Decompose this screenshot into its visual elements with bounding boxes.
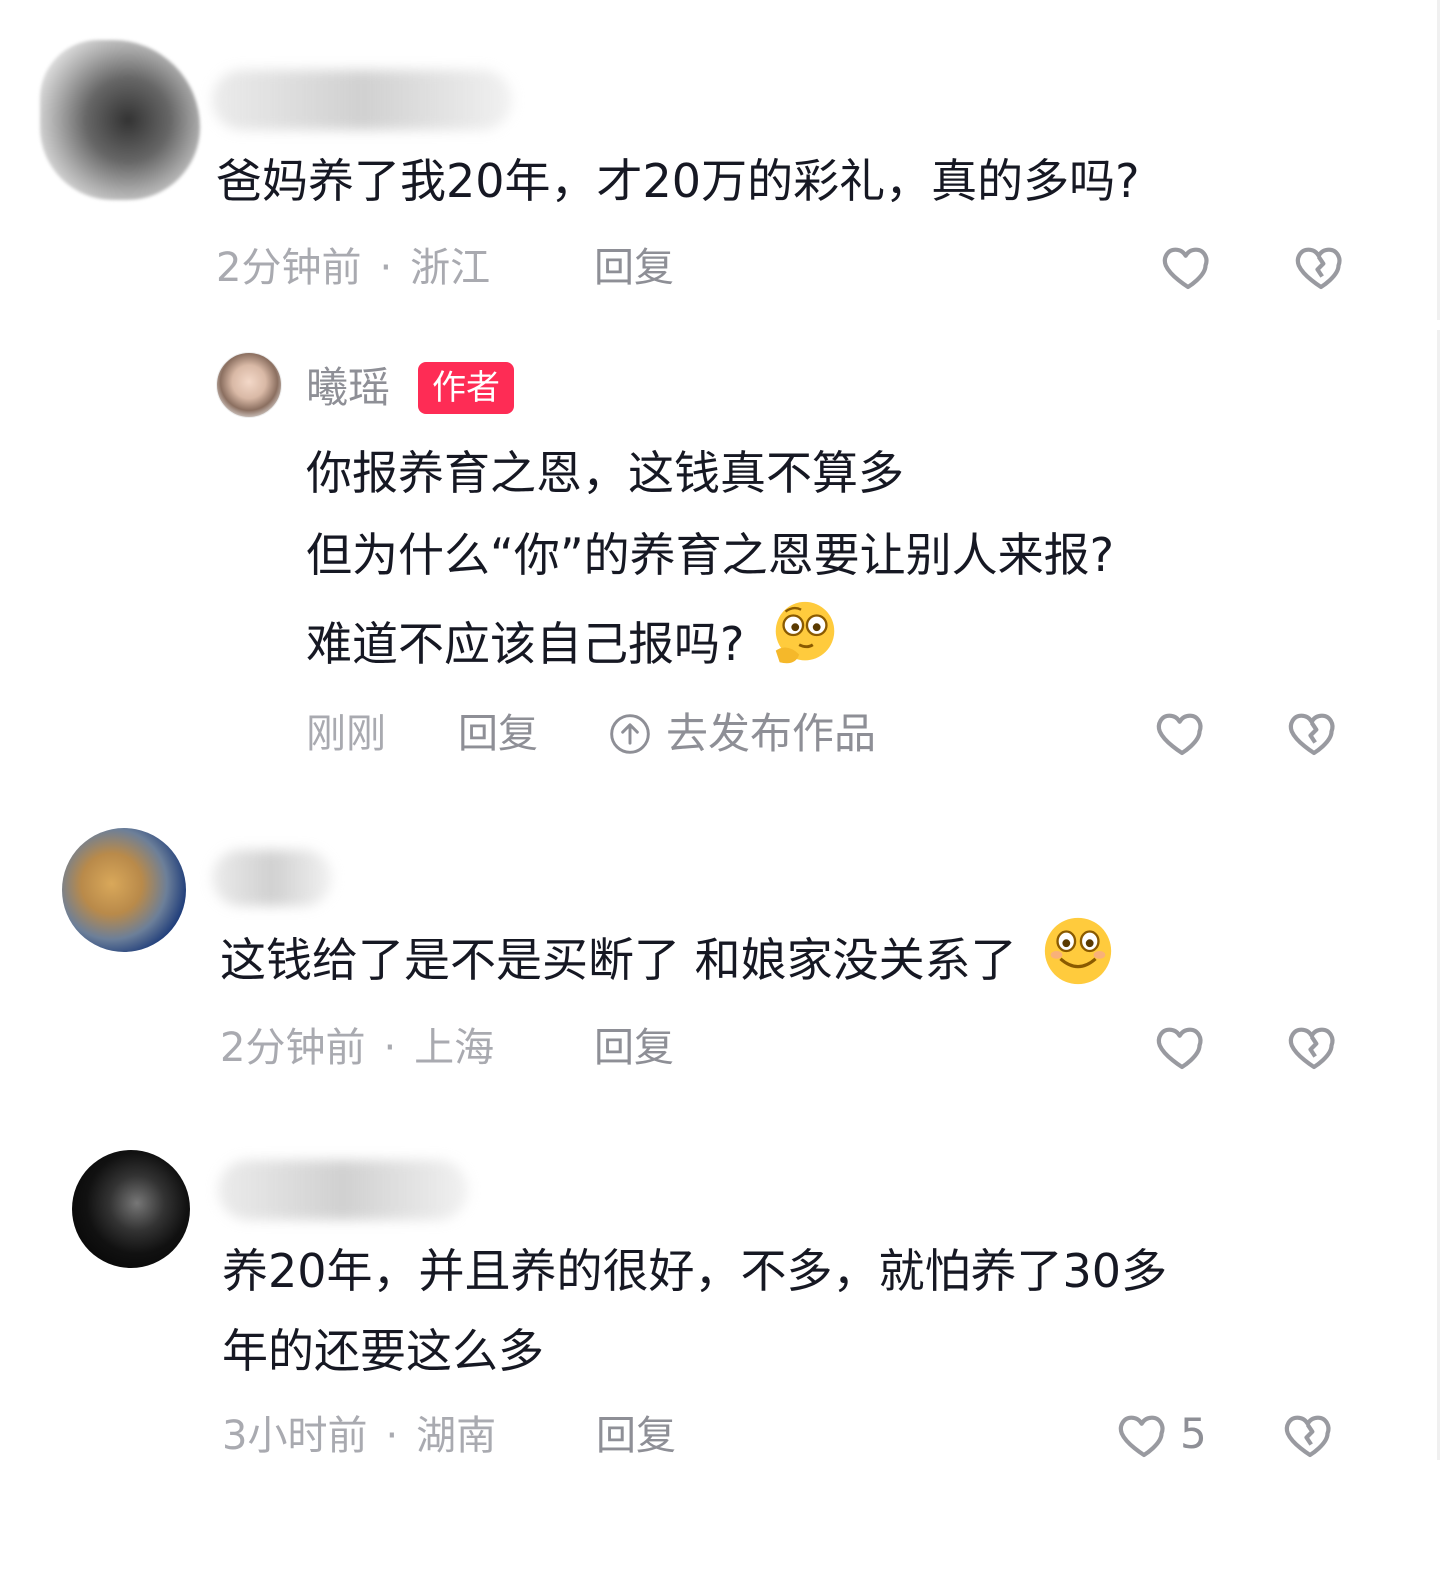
comment-text-line: 但为什么“你”的养育之恩要让别人来报? xyxy=(306,528,1115,582)
reply-button[interactable]: 回复 xyxy=(594,238,674,298)
reply-button[interactable]: 回复 xyxy=(594,1018,674,1078)
broken-heart-icon[interactable] xyxy=(1286,1018,1342,1074)
username-blurred[interactable] xyxy=(212,70,512,130)
heart-outline-icon[interactable] xyxy=(1160,238,1216,294)
heart-outline-icon[interactable] xyxy=(1154,704,1210,760)
comment-meta: 2分钟前 · 浙江 xyxy=(216,245,491,291)
comment-time: 3小时前 xyxy=(222,1413,368,1459)
comment-text-line: 年的还要这么多 xyxy=(222,1324,544,1378)
thinking-emoji-icon xyxy=(766,596,844,674)
avatar[interactable] xyxy=(72,1150,190,1268)
comment-text: 这钱给了是不是买断了 和娘家没关系了 xyxy=(220,912,1117,1001)
heart-outline-icon[interactable] xyxy=(1116,1406,1172,1462)
comment-time: 刚刚 xyxy=(306,711,386,757)
comment-text-line: 你报养育之恩，这钱真不算多 xyxy=(306,446,904,500)
broken-heart-icon[interactable] xyxy=(1282,1406,1338,1462)
comment-time: 2分钟前 xyxy=(216,245,362,291)
publish-label: 去发布作品 xyxy=(666,709,877,758)
author-avatar[interactable] xyxy=(216,352,282,418)
heart-outline-icon[interactable] xyxy=(1154,1018,1210,1074)
like-count: 5 xyxy=(1180,1409,1207,1458)
avatar[interactable] xyxy=(40,40,200,200)
smile-emoji-icon xyxy=(1039,912,1117,990)
reply-button[interactable]: 回复 xyxy=(596,1406,676,1466)
comment-location: 浙江 xyxy=(410,245,491,291)
comment-meta: 2分钟前 · 上海 xyxy=(220,1025,495,1071)
comment-text: 爸妈养了我20年，才20万的彩礼，真的多吗? xyxy=(216,154,1140,208)
author-name[interactable]: 曦瑶 xyxy=(306,358,390,418)
broken-heart-icon[interactable] xyxy=(1293,238,1349,294)
comment-location: 湖南 xyxy=(416,1413,497,1459)
username-blurred[interactable] xyxy=(218,1160,468,1220)
comment-meta: 3小时前 · 湖南 xyxy=(222,1413,497,1459)
broken-heart-icon[interactable] xyxy=(1286,704,1342,760)
upload-circle-icon xyxy=(610,714,650,754)
reply-button[interactable]: 回复 xyxy=(458,704,538,764)
comment-text-line: 难道不应该自己报吗? xyxy=(306,596,844,685)
publish-work-button[interactable]: 去发布作品 xyxy=(608,704,876,764)
comment-text-line: 养20年，并且养的很好，不多，就怕养了30多 xyxy=(222,1244,1168,1298)
avatar[interactable] xyxy=(62,828,186,952)
comment-location: 上海 xyxy=(414,1025,495,1071)
author-badge: 作者 xyxy=(418,362,514,414)
comment-time: 2分钟前 xyxy=(220,1025,366,1071)
username-blurred[interactable] xyxy=(212,850,332,906)
